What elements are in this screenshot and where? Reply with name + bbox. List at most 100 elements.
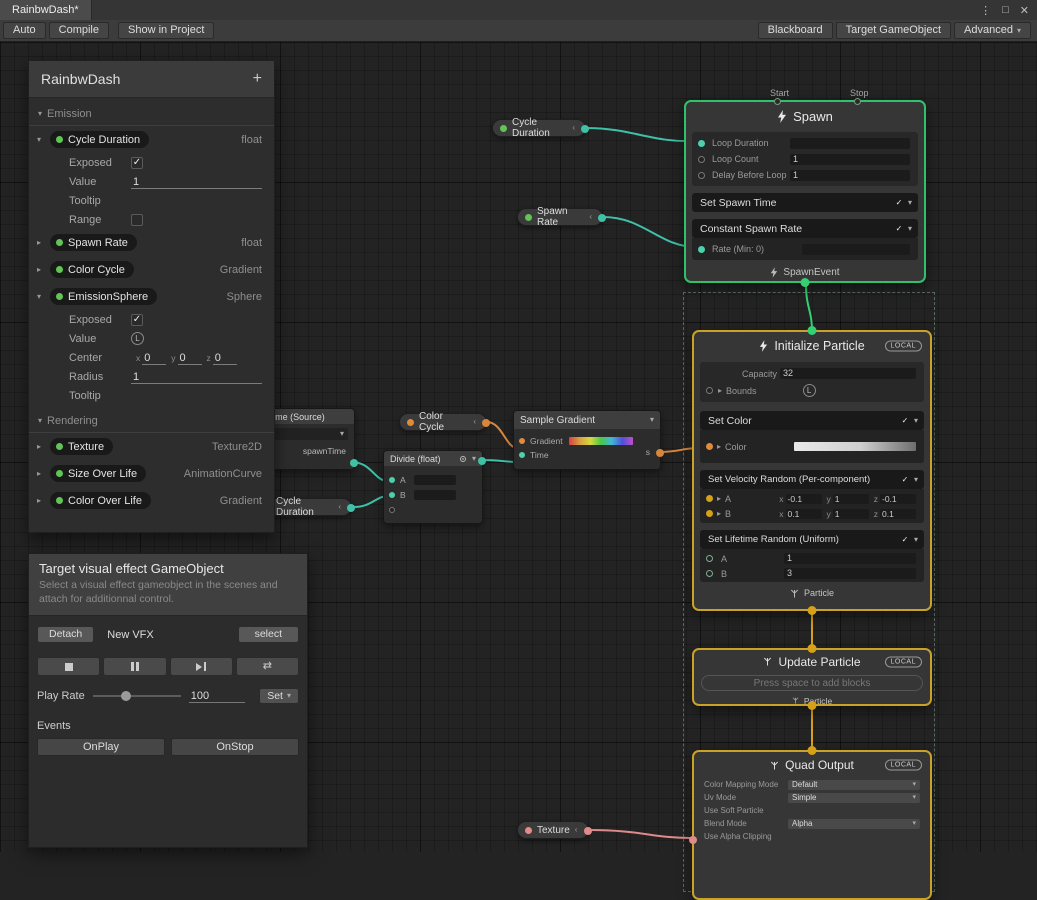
bounds-link-icon[interactable]: L xyxy=(803,384,816,397)
velocity-b-x-field[interactable]: 0.1 xyxy=(786,509,822,519)
param-row-size-over-life[interactable]: ▸ Size Over Life AnimationCurve xyxy=(29,460,274,487)
quad-input-port[interactable] xyxy=(808,746,817,755)
velocity-a-z-field[interactable]: -0.1 xyxy=(880,494,916,504)
blackboard-toggle-button[interactable]: Blackboard xyxy=(758,22,833,39)
bounds-port[interactable] xyxy=(706,387,713,394)
close-icon[interactable]: ✕ xyxy=(1020,4,1029,17)
divide-extra-row[interactable] xyxy=(384,502,482,517)
update-input-port[interactable] xyxy=(808,644,817,653)
velocity-b-row[interactable]: ▸ B x0.1 y1 z0.1 xyxy=(700,506,924,521)
set-velocity-caret-icon[interactable]: ▾ xyxy=(914,476,918,484)
divide-output-port[interactable] xyxy=(478,457,486,465)
loop-count-field[interactable]: 1 xyxy=(790,154,910,165)
color-port[interactable] xyxy=(706,443,713,450)
set-velocity-block[interactable]: Set Velocity Random (Per-component) ✓ ▾ xyxy=(700,470,924,489)
rate-port[interactable] xyxy=(698,246,705,253)
spawn-node[interactable]: Start Stop Spawn Loop Duration Loop Coun… xyxy=(684,100,926,283)
quad-output-node[interactable]: Quad Output LOCAL Color Mapping Mode Def… xyxy=(692,750,932,900)
quad-node-header[interactable]: Quad Output LOCAL xyxy=(694,752,930,778)
spawntime-output-port[interactable] xyxy=(350,459,358,467)
param-row-color-over-life[interactable]: ▸ Color Over Life Gradient xyxy=(29,487,274,514)
param-row-color-cycle[interactable]: ▸ Color Cycle Gradient xyxy=(29,256,274,283)
param-output-port[interactable] xyxy=(347,504,355,512)
chevron-right-icon[interactable]: ▸ xyxy=(37,442,50,451)
initialize-particle-node[interactable]: Initialize Particle LOCAL Capacity 32 ▸ … xyxy=(692,330,932,611)
delay-before-loop-port[interactable] xyxy=(698,172,705,179)
set-spawn-time-checkbox[interactable]: ✓ xyxy=(894,198,904,208)
category-rendering[interactable]: ▾ Rendering xyxy=(29,410,274,433)
set-spawn-time-block[interactable]: Set Spawn Time ✓ ▾ xyxy=(692,193,918,212)
time-input-row[interactable]: Time xyxy=(514,448,660,462)
collapse-icon[interactable]: ‹ xyxy=(338,503,341,511)
uv-mode-dropdown[interactable]: Simple▾ xyxy=(788,793,920,803)
spawnevent-output-port[interactable] xyxy=(801,278,810,287)
chevron-right-icon[interactable]: ▸ xyxy=(37,469,50,478)
lifetime-a-row[interactable]: A 1 xyxy=(700,551,924,566)
category-emission[interactable]: ▾ Emission xyxy=(29,103,274,126)
sample-gradient-header[interactable]: Sample Gradient ▾ xyxy=(514,411,660,429)
delay-before-loop-field[interactable]: 1 xyxy=(790,170,910,181)
constant-spawn-rate-block[interactable]: Constant Spawn Rate ✓ ▾ xyxy=(692,219,918,238)
divide-b-field[interactable] xyxy=(414,490,456,500)
collapse-icon[interactable]: ‹ xyxy=(473,418,476,426)
set-lifetime-block[interactable]: Set Lifetime Random (Uniform) ✓ ▾ xyxy=(700,530,924,549)
show-in-project-button[interactable]: Show in Project xyxy=(118,22,214,39)
quad-texture-port[interactable] xyxy=(689,836,697,844)
spawn-start-port[interactable] xyxy=(774,98,781,105)
gradient-input-row[interactable]: Gradient xyxy=(514,434,660,448)
onstop-button[interactable]: OnStop xyxy=(171,738,299,756)
sample-gradient-output-port[interactable] xyxy=(656,449,664,457)
rate-row[interactable]: Rate (Min: 0) xyxy=(692,238,918,260)
divide-node[interactable]: Divide (float) ▾ A B xyxy=(383,450,483,524)
initialize-output-port[interactable] xyxy=(808,606,817,615)
lifetime-b-field[interactable]: 3 xyxy=(784,568,916,579)
param-output-port[interactable] xyxy=(598,214,606,222)
param-node-cycle-duration[interactable]: Cycle Duration ‹ xyxy=(492,119,586,137)
lifetime-b-port[interactable] xyxy=(706,570,713,577)
gradient-preview[interactable] xyxy=(569,437,633,445)
chevron-down-icon[interactable]: ▾ xyxy=(38,110,42,118)
set-color-checkbox[interactable]: ✓ xyxy=(900,416,910,426)
set-color-block[interactable]: Set Color ✓ ▾ xyxy=(700,411,924,430)
play-rate-field[interactable]: 100 xyxy=(189,689,245,703)
target-gameobject-toggle-button[interactable]: Target GameObject xyxy=(836,22,951,39)
param-output-port[interactable] xyxy=(584,827,592,835)
window-menu-icon[interactable]: ⋮ xyxy=(980,4,991,17)
update-particle-node[interactable]: Update Particle LOCAL Press space to add… xyxy=(692,648,932,706)
divide-b-row[interactable]: B xyxy=(384,487,482,502)
compile-button[interactable]: Compile xyxy=(49,22,109,39)
color-foldout-icon[interactable]: ▸ xyxy=(717,443,721,451)
range-checkbox[interactable] xyxy=(131,214,143,226)
chevron-down-icon[interactable]: ▾ xyxy=(472,455,476,463)
stop-button[interactable] xyxy=(37,657,100,676)
divide-b-port[interactable] xyxy=(389,492,395,498)
param-pill[interactable]: Color Cycle xyxy=(50,261,134,278)
set-velocity-checkbox[interactable]: ✓ xyxy=(900,475,910,485)
velocity-a-foldout-icon[interactable]: ▸ xyxy=(717,495,721,503)
loop-count-port[interactable] xyxy=(698,156,705,163)
param-pill[interactable]: Color Over Life xyxy=(50,492,151,509)
pause-button[interactable] xyxy=(103,657,166,676)
set-spawn-time-caret-icon[interactable]: ▾ xyxy=(908,199,912,207)
spawn-stop-port[interactable] xyxy=(854,98,861,105)
collapse-icon[interactable]: ‹ xyxy=(575,826,578,834)
velocity-b-port[interactable] xyxy=(706,510,713,517)
velocity-a-row[interactable]: ▸ A x-0.1 y1 z-0.1 xyxy=(700,491,924,506)
chevron-down-icon[interactable]: ▾ xyxy=(37,135,50,144)
velocity-a-y-field[interactable]: 1 xyxy=(833,494,869,504)
chevron-right-icon[interactable]: ▸ xyxy=(37,238,50,247)
spawn-node-header[interactable]: Spawn xyxy=(686,102,924,130)
chevron-right-icon[interactable]: ▸ xyxy=(37,265,50,274)
param-pill[interactable]: Spawn Rate xyxy=(50,234,137,251)
constant-spawn-rate-checkbox[interactable]: ✓ xyxy=(894,224,904,234)
initialize-node-header[interactable]: Initialize Particle LOCAL xyxy=(694,332,930,360)
step-button[interactable] xyxy=(170,657,233,676)
param-row-cycle-duration[interactable]: ▾ Cycle Duration float xyxy=(29,126,274,153)
exposed-checkbox[interactable]: ✓ xyxy=(131,157,143,169)
blend-mode-dropdown[interactable]: Alpha▾ xyxy=(788,819,920,829)
tab-rainbwdash[interactable]: RainbwDash* xyxy=(0,0,92,20)
constant-spawn-rate-caret-icon[interactable]: ▾ xyxy=(908,225,912,233)
param-pill[interactable]: Cycle Duration xyxy=(50,131,149,148)
capacity-row[interactable]: Capacity 32 xyxy=(700,365,924,382)
set-lifetime-checkbox[interactable]: ✓ xyxy=(900,535,910,545)
